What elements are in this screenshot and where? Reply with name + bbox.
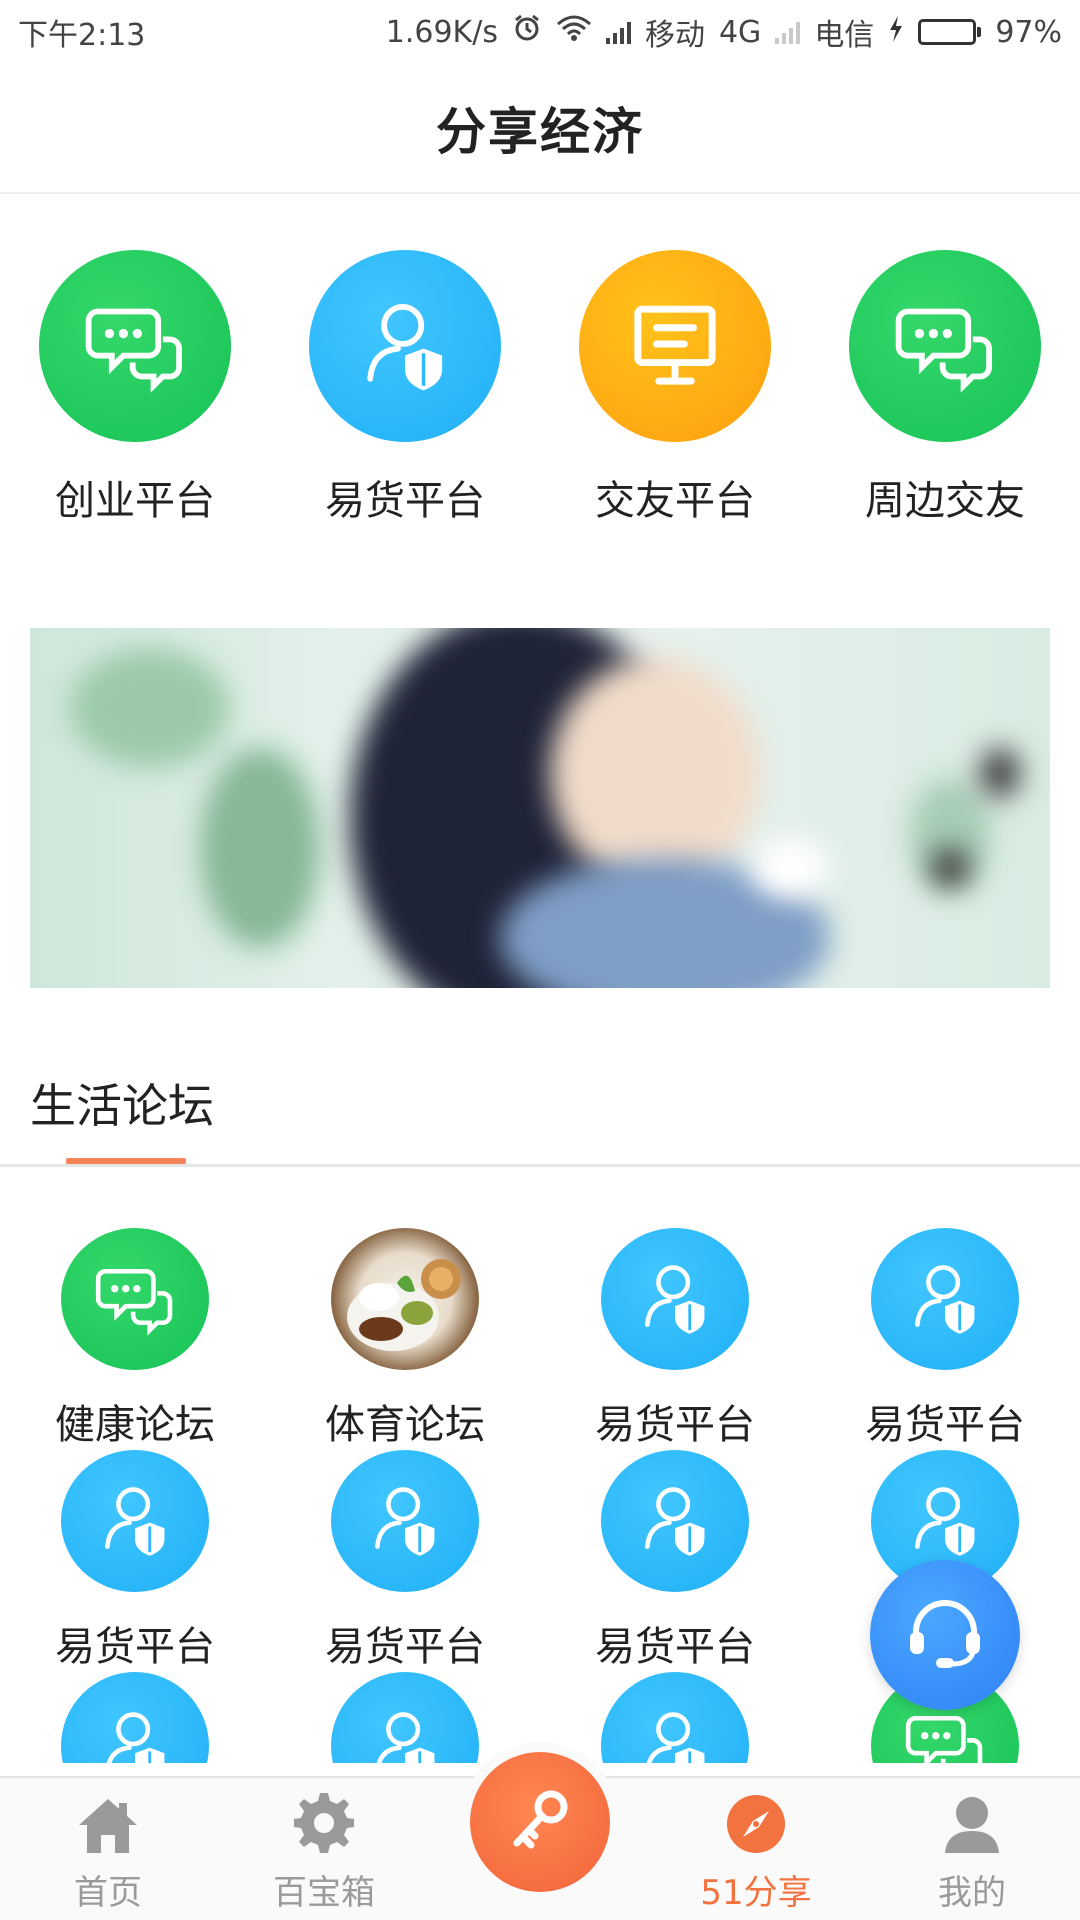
forum-item[interactable]	[0, 1672, 270, 1763]
forum-label: 健康论坛	[55, 1402, 215, 1448]
page-title: 分享经济	[436, 103, 644, 161]
charging-icon	[888, 15, 904, 50]
nav-item[interactable]: 首页	[0, 1778, 216, 1920]
status-bar: 下午2:13 1.69K/s 移动 4G 电信 97%	[0, 0, 1080, 64]
top-grid-icon-circle	[309, 250, 501, 442]
forum-item[interactable]: 易货平台	[0, 1450, 270, 1672]
nav-item[interactable]: 百宝箱	[216, 1778, 432, 1920]
forum-row: 健康论坛 体育论坛 易货平台 易货平台	[0, 1228, 1080, 1450]
section-tab-indicator	[66, 1158, 186, 1164]
monitor-icon	[617, 286, 733, 406]
user-shield-icon	[89, 1698, 181, 1763]
forum-item[interactable]: 易货平台	[540, 1228, 810, 1450]
network-speed: 1.69K/s	[385, 14, 498, 50]
user-shield-icon	[629, 1251, 721, 1347]
alarm-icon	[512, 13, 542, 51]
user-shield-icon	[359, 1698, 451, 1763]
user-shield-icon	[899, 1251, 991, 1347]
forum-item[interactable]: 易货平台	[270, 1450, 540, 1672]
forum-icon-circle	[601, 1672, 749, 1763]
home-icon	[75, 1795, 141, 1859]
user-shield-icon	[899, 1473, 991, 1569]
top-grid-label: 易货平台	[325, 478, 485, 524]
user-shield-icon	[359, 1473, 451, 1569]
compass-icon	[725, 1793, 787, 1859]
forum-label: 易货平台	[865, 1402, 1025, 1448]
top-grid-label: 周边交友	[865, 478, 1025, 524]
forum-icon-circle	[61, 1450, 209, 1592]
top-grid-icon-circle	[849, 250, 1041, 442]
user-icon	[941, 1793, 1003, 1859]
top-grid-item[interactable]: 交友平台	[540, 250, 810, 526]
battery-icon	[918, 19, 982, 45]
forum-item[interactable]: 体育论坛	[270, 1228, 540, 1450]
top-grid-item[interactable]: 易货平台	[270, 250, 540, 526]
battery-percent: 97%	[995, 14, 1062, 50]
chat-bubbles-icon	[887, 286, 1003, 406]
wifi-icon	[556, 14, 592, 50]
nav-item[interactable]: 51分享	[648, 1778, 864, 1920]
signal-icon	[605, 20, 631, 44]
nav-label: 百宝箱	[273, 1873, 375, 1913]
key-icon	[505, 1785, 575, 1859]
carrier-2: 电信	[814, 18, 875, 53]
forum-label: 易货平台	[55, 1624, 215, 1670]
signal-icon-2	[775, 20, 801, 44]
banner-image[interactable]	[30, 628, 1050, 988]
nav-label: 我的	[938, 1873, 1006, 1913]
forum-item[interactable]	[270, 1672, 540, 1763]
nav-label: 首页	[74, 1873, 142, 1913]
forum-icon-circle	[331, 1450, 479, 1592]
forum-icon-circle	[331, 1672, 479, 1763]
forum-item[interactable]: 易货平台	[540, 1450, 810, 1672]
forum-icon-circle	[61, 1228, 209, 1370]
food-photo-icon	[331, 1228, 479, 1370]
forum-label: 体育论坛	[325, 1402, 485, 1448]
user-shield-icon	[629, 1698, 721, 1763]
user-shield-icon	[347, 286, 463, 406]
network-type: 4G	[718, 14, 762, 50]
top-grid-label: 交友平台	[595, 478, 755, 524]
top-grid: 创业平台 易货平台 交友平台 周边交友	[0, 250, 1080, 526]
top-grid-icon-circle	[579, 250, 771, 442]
nav-label: 51分享	[700, 1873, 812, 1913]
top-grid-item[interactable]: 创业平台	[0, 250, 270, 526]
section-title[interactable]: 生活论坛	[30, 1070, 214, 1136]
gear-icon	[292, 1791, 356, 1859]
forum-label: 易货平台	[595, 1402, 755, 1448]
forum-icon-circle	[61, 1672, 209, 1763]
forum-label: 易货平台	[325, 1624, 485, 1670]
title-bar: 分享经济	[0, 64, 1080, 194]
nav-item[interactable]: 我的	[864, 1778, 1080, 1920]
status-time: 下午2:13	[18, 18, 146, 53]
forum-item[interactable]	[540, 1672, 810, 1763]
carrier-1: 移动	[644, 18, 705, 53]
forum-item[interactable]: 易货平台	[810, 1228, 1080, 1450]
chat-bubbles-icon	[77, 286, 193, 406]
top-grid-label: 创业平台	[55, 478, 215, 524]
forum-icon-circle	[601, 1450, 749, 1592]
user-shield-icon	[629, 1473, 721, 1569]
customer-service-button[interactable]	[870, 1560, 1020, 1710]
forum-item[interactable]: 健康论坛	[0, 1228, 270, 1450]
forum-icon-circle	[871, 1228, 1019, 1370]
forum-label: 易货平台	[595, 1624, 755, 1670]
top-grid-icon-circle	[39, 250, 231, 442]
center-key-button[interactable]	[470, 1752, 610, 1892]
chat-bubbles-icon	[89, 1251, 181, 1347]
top-grid-item[interactable]: 周边交友	[810, 250, 1080, 526]
headset-icon	[900, 1588, 990, 1682]
forum-icon-circle	[601, 1228, 749, 1370]
user-shield-icon	[89, 1473, 181, 1569]
section-divider	[0, 1164, 1080, 1167]
